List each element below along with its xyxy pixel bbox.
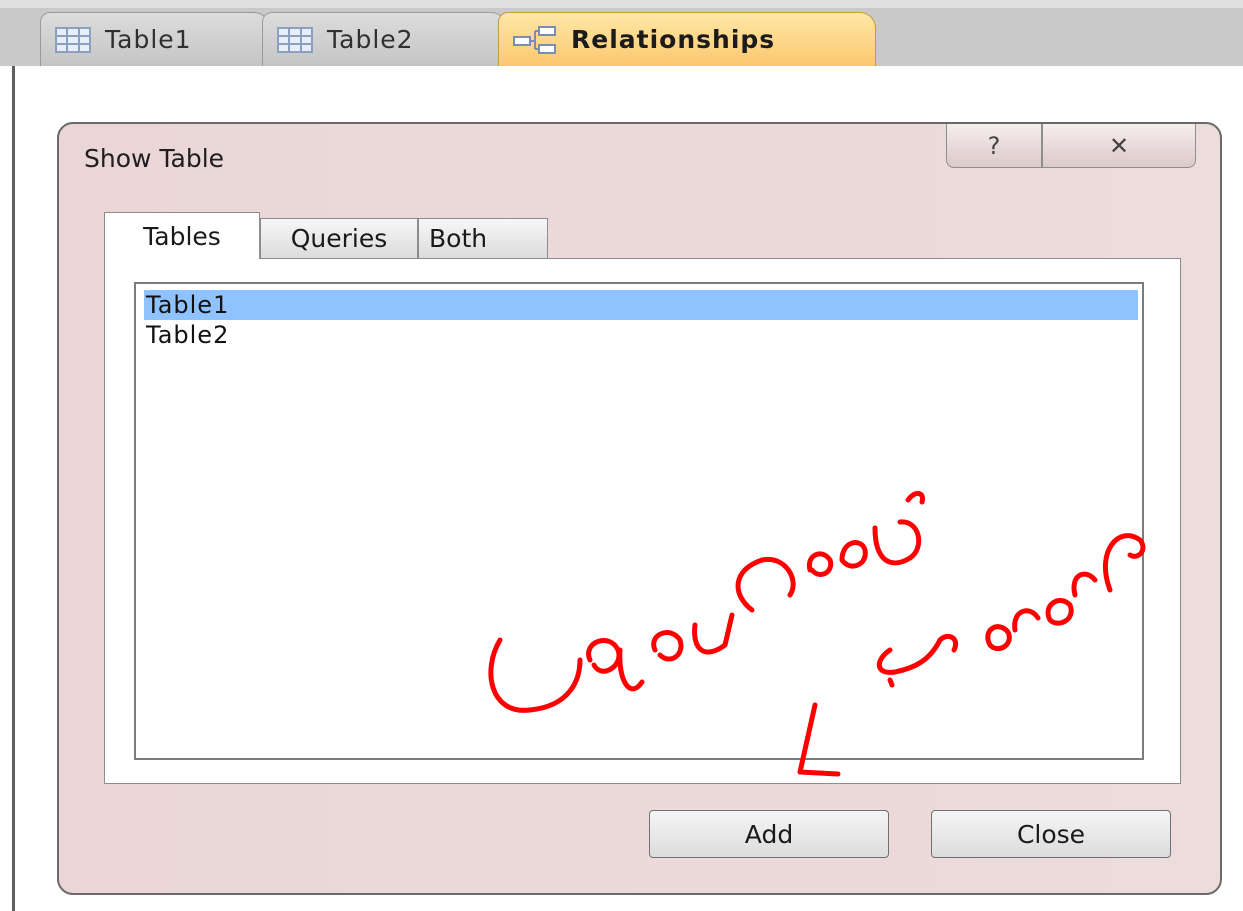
- table-grid-icon: [277, 26, 313, 53]
- close-button[interactable]: Close: [931, 810, 1171, 858]
- list-item-table1[interactable]: Table1: [144, 290, 1138, 320]
- tab-queries[interactable]: Queries: [260, 218, 418, 258]
- add-button[interactable]: Add: [649, 810, 889, 858]
- tab-both[interactable]: Both: [418, 218, 548, 258]
- close-icon: ✕: [1108, 131, 1130, 160]
- tab-bar-top-strip: [0, 0, 1243, 8]
- list-item-table2[interactable]: Table2: [144, 320, 1138, 350]
- workspace-left-border: [12, 66, 15, 911]
- tab-tables-label: Tables: [143, 221, 221, 251]
- document-tab-bar: Table1 Table2 Relationships: [0, 0, 1243, 66]
- help-icon: ?: [987, 131, 1001, 160]
- add-button-label: Add: [744, 819, 794, 849]
- tab-table1-label: Table1: [105, 25, 192, 54]
- close-button-label: Close: [1016, 819, 1086, 849]
- tab-relationships-label: Relationships: [571, 25, 776, 54]
- tab-relationships[interactable]: Relationships: [498, 12, 876, 66]
- tab-table2[interactable]: Table2: [262, 12, 507, 66]
- tab-tables[interactable]: Tables: [104, 212, 260, 259]
- help-button[interactable]: ?: [946, 124, 1042, 168]
- table-grid-icon: [55, 26, 91, 53]
- relationships-icon: [513, 25, 556, 54]
- dialog-close-button[interactable]: ✕: [1042, 124, 1196, 168]
- tab-both-label: Both: [429, 224, 488, 253]
- handwritten-annotation: [488, 491, 1146, 777]
- tab-queries-label: Queries: [290, 224, 388, 253]
- tab-table2-label: Table2: [327, 25, 414, 54]
- dialog-title: Show Table: [84, 144, 225, 173]
- tab-table1[interactable]: Table1: [40, 12, 270, 66]
